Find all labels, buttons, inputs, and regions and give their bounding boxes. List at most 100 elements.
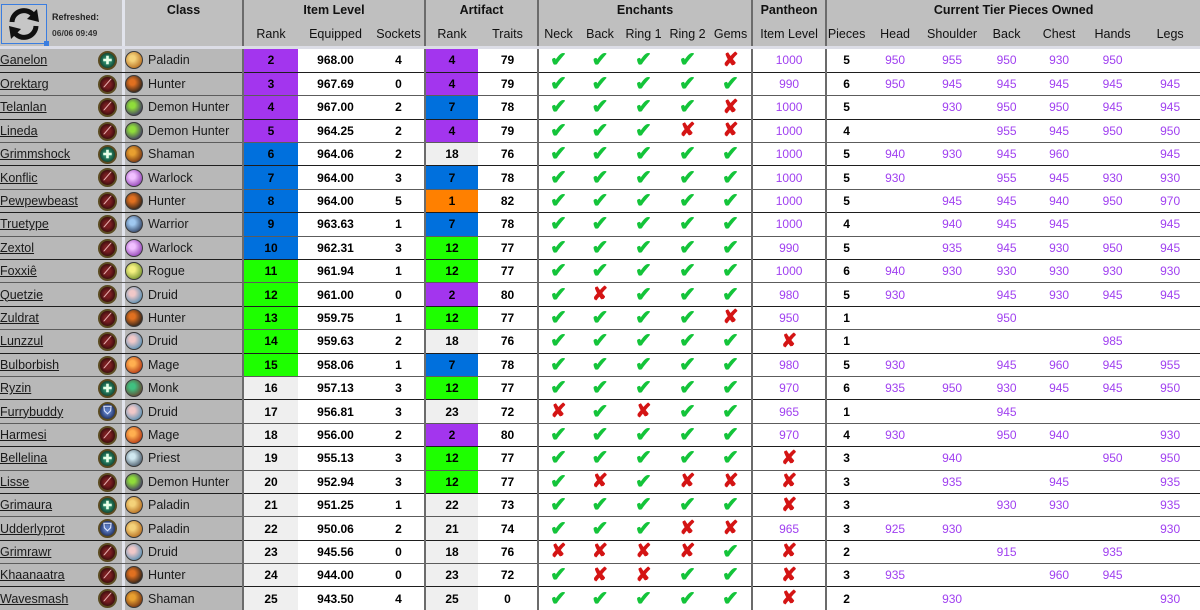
player-name-link[interactable]: Bellelina: [0, 451, 47, 465]
player-name-link[interactable]: Konflic: [0, 171, 38, 185]
tier-legs-cell: 950: [1140, 376, 1200, 401]
tier-head-cell: [866, 470, 925, 494]
col-sockets[interactable]: Sockets: [373, 22, 425, 46]
cross-icon: ✘: [781, 494, 798, 516]
col-shoulder[interactable]: Shoulder: [924, 22, 981, 46]
checkmark-icon: ✔: [679, 377, 696, 400]
checkmark-icon: ✔: [679, 400, 696, 423]
enchant-back-cell: ✔: [578, 376, 623, 401]
class-name: Priest: [148, 451, 180, 466]
tier-hands-cell: [1085, 399, 1141, 424]
class-paladin-icon: [125, 519, 143, 538]
cross-icon: ✘: [722, 120, 739, 142]
tier-tback-cell: 930: [980, 493, 1034, 518]
equipped-ilvl-cell: 952.94: [298, 470, 373, 494]
cross-icon: ✘: [550, 541, 567, 563]
player-name-link[interactable]: Telanlan: [0, 100, 47, 114]
player-name-link[interactable]: Truetype: [0, 217, 49, 231]
class-hunter-icon: [125, 566, 143, 585]
roster-row: Foxxiê ⟋ Rogue 11 961.94 1 12 77 ✔ ✔ ✔ ✔ ✔ 1000 6 940 93…: [0, 259, 1200, 284]
player-name-link[interactable]: Lunzzul: [0, 334, 43, 348]
equipped-ilvl-cell: 959.63: [298, 329, 373, 354]
traits-cell: 79: [478, 119, 539, 144]
player-cell: Udderlyprot ⛉: [0, 516, 122, 541]
player-name-link[interactable]: Wavesmash: [0, 592, 68, 606]
artifact-rank-cell: 2: [424, 423, 478, 448]
player-name-link[interactable]: Bulborbish: [0, 358, 59, 372]
player-name-link[interactable]: Harmesi: [0, 428, 47, 442]
player-name-link[interactable]: Grimmshock: [0, 147, 70, 161]
player-name-link[interactable]: Foxxiê: [0, 264, 37, 278]
enchant-neck-cell: ✔: [537, 259, 579, 284]
col-pantheon-ilvl[interactable]: Item Level: [751, 22, 827, 46]
player-name-link[interactable]: Ryzin: [0, 381, 31, 395]
col-traits[interactable]: Traits: [478, 22, 539, 46]
player-name-link[interactable]: Grimaura: [0, 498, 52, 512]
cross-icon: ✘: [679, 120, 696, 142]
refresh-button[interactable]: [1, 4, 49, 46]
enchant-ring1-cell: ✔: [622, 306, 666, 331]
tier-pieces-cell: 6: [825, 259, 867, 284]
player-name-link[interactable]: Quetzie: [0, 288, 43, 302]
enchant-ring1-cell: ✔: [622, 282, 666, 307]
col-tier-back[interactable]: Back: [980, 22, 1034, 46]
enchant-back-cell: ✔: [578, 329, 623, 354]
player-cell: Ganelon ✚: [0, 49, 122, 73]
player-name-link[interactable]: Pewpewbeast: [0, 194, 78, 208]
player-name-link[interactable]: Orektarg: [0, 77, 49, 91]
player-name-link[interactable]: Khaanaatra: [0, 568, 65, 582]
player-name-link[interactable]: Udderlyprot: [0, 522, 65, 536]
tier-hands-cell: 985: [1085, 329, 1141, 354]
col-back[interactable]: Back: [578, 22, 623, 46]
col-legs[interactable]: Legs: [1140, 22, 1200, 46]
tier-hands-cell: 945: [1085, 563, 1141, 588]
artifact-rank-cell: 18: [424, 329, 478, 354]
enchant-ring2-cell: ✔: [665, 165, 711, 190]
enchant-back-cell: ✔: [578, 493, 623, 518]
ilvl-rank-cell: 16: [242, 376, 298, 401]
col-hands[interactable]: Hands: [1085, 22, 1141, 46]
col-head[interactable]: Head: [866, 22, 925, 46]
col-ring1[interactable]: Ring 1: [622, 22, 666, 46]
enchant-back-cell: ✔: [578, 165, 623, 190]
traits-cell: 77: [478, 446, 539, 471]
checkmark-icon: ✔: [679, 236, 696, 259]
player-name-link[interactable]: Zuldrat: [0, 311, 39, 325]
ilvl-rank-cell: 3: [242, 72, 298, 97]
enchant-ring2-cell: ✘: [665, 540, 711, 565]
player-name-link[interactable]: Ganelon: [0, 53, 47, 67]
role-dps-icon: ⟋: [98, 332, 117, 352]
cross-icon: ✘: [635, 541, 652, 563]
tier-head-cell: 950: [866, 49, 925, 73]
selection-handle[interactable]: [44, 41, 49, 46]
col-neck[interactable]: Neck: [537, 22, 579, 46]
player-name-link[interactable]: Furrybuddy: [0, 405, 63, 419]
checkmark-icon: ✔: [722, 73, 739, 96]
enchant-neck-cell: ✔: [537, 470, 579, 494]
equipped-ilvl-cell: 961.00: [298, 282, 373, 307]
col-ilvl-rank[interactable]: Rank: [242, 22, 298, 46]
player-name-link[interactable]: Grimrawr: [0, 545, 51, 559]
pantheon-ilvl-cell: ✘: [751, 329, 827, 354]
player-name-link[interactable]: Lineda: [0, 124, 38, 138]
artifact-rank-cell: 7: [424, 165, 478, 190]
player-name-link[interactable]: Zextol: [0, 241, 34, 255]
roster-row: Konflic ⟋ Warlock 7 964.00 3 7 78 ✔ ✔ ✔ ✔ ✔ 1000 5 930 9…: [0, 165, 1200, 190]
col-pieces[interactable]: Pieces: [825, 22, 867, 46]
tier-shoulder-cell: 940: [924, 212, 981, 237]
col-gems[interactable]: Gems: [710, 22, 753, 46]
enchant-gems-cell: ✔: [710, 212, 753, 237]
col-artifact-rank[interactable]: Rank: [424, 22, 478, 46]
role-dps-icon: ⟋: [98, 168, 117, 188]
player-name-link[interactable]: Lisse: [0, 475, 29, 489]
tier-hands-cell: 950: [1085, 119, 1141, 144]
checkmark-icon: ✔: [679, 564, 696, 587]
checkmark-icon: ✔: [679, 143, 696, 166]
tier-pieces-cell: 3: [825, 493, 867, 518]
col-ring2[interactable]: Ring 2: [665, 22, 711, 46]
col-equipped[interactable]: Equipped: [298, 22, 373, 46]
col-chest[interactable]: Chest: [1033, 22, 1086, 46]
tier-shoulder-cell: [924, 563, 981, 588]
refreshed-label: Refreshed:: [52, 12, 100, 22]
role-dps-icon: ⟋: [98, 285, 117, 305]
